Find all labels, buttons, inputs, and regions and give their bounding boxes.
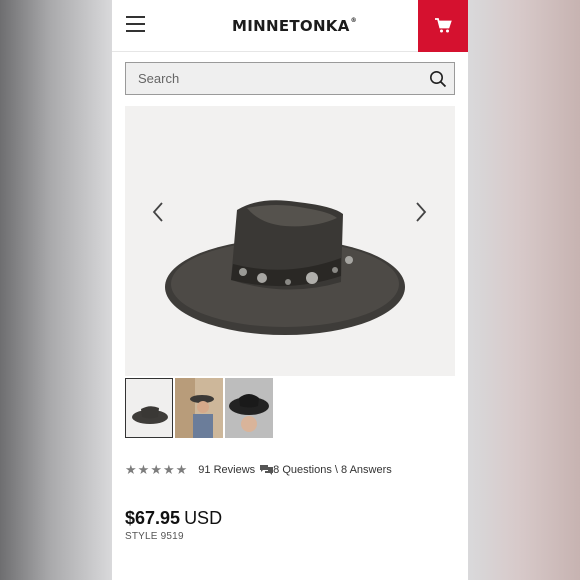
thumbnail-lifestyle-1[interactable] <box>175 378 223 438</box>
product-page: MINNETONKA® Search ★ ★ ★ ★ ★ 91 Reviews … <box>112 0 468 580</box>
questions-answers-link[interactable]: 8 Questions \ 8 Answers <box>273 464 392 476</box>
search-placeholder: Search <box>138 71 180 86</box>
price-amount: $67.95 <box>125 508 181 528</box>
top-navigation-bar: MINNETONKA® <box>112 0 468 52</box>
rating-summary: ★ ★ ★ ★ ★ 91 Reviews 8 Questions \ 8 Ans… <box>125 462 392 478</box>
star-icon: ★ <box>150 462 162 477</box>
cart-button[interactable] <box>418 0 468 52</box>
brand-logo[interactable]: MINNETONKA® <box>232 17 357 35</box>
search-icon[interactable] <box>429 70 447 88</box>
thumbnail-strip <box>125 376 455 439</box>
thumbnail-hat-front[interactable] <box>125 378 173 438</box>
star-rating[interactable]: ★ ★ ★ ★ ★ <box>125 463 188 477</box>
star-icon: ★ <box>137 462 150 477</box>
hamburger-menu-icon[interactable] <box>126 16 146 34</box>
product-image-gallery <box>125 106 455 439</box>
shopping-cart-icon <box>435 18 452 33</box>
product-price: $67.95 USD <box>125 508 222 529</box>
star-icon: ★ <box>162 462 175 477</box>
product-hat-image <box>165 200 405 335</box>
star-icon: ★ <box>175 462 188 477</box>
reviews-link[interactable]: 91 Reviews <box>198 464 255 476</box>
star-icon: ★ <box>125 462 137 477</box>
price-currency: USD <box>184 508 223 528</box>
thumbnail-lifestyle-2[interactable] <box>225 378 273 438</box>
speech-bubbles-icon <box>260 464 274 475</box>
style-number: STYLE 9519 <box>125 531 184 542</box>
search-input[interactable]: Search <box>125 62 455 95</box>
